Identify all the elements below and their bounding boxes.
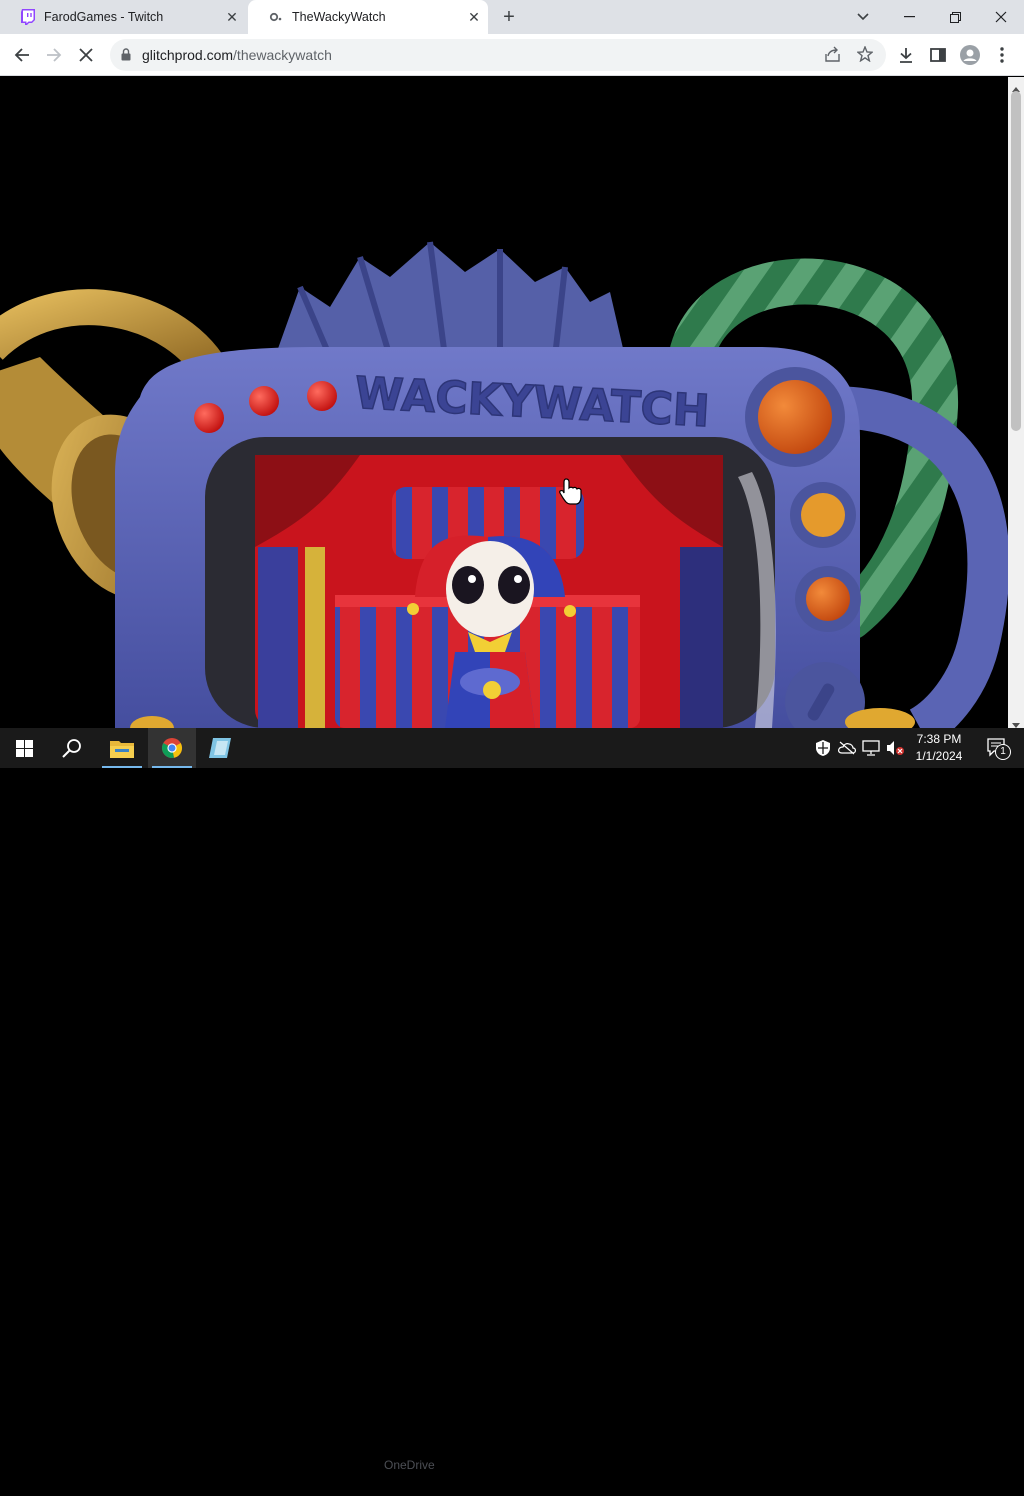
tab-twitch[interactable]: FarodGames - Twitch ✕: [0, 0, 246, 34]
download-icon[interactable]: [892, 41, 920, 69]
loading-favicon-icon: [268, 9, 284, 25]
volume-muted-icon[interactable]: [886, 739, 904, 757]
chrome-icon: [161, 738, 183, 759]
scroll-thumb[interactable]: [1011, 91, 1021, 431]
page-scrollbar[interactable]: [1008, 77, 1024, 728]
menu-kebab-icon[interactable]: [988, 41, 1016, 69]
network-icon[interactable]: [862, 739, 880, 757]
new-tab-button[interactable]: +: [497, 5, 521, 29]
url-path: /thewackywatch: [233, 47, 332, 63]
side-panel-icon[interactable]: [924, 41, 952, 69]
stop-loading-button[interactable]: [72, 41, 100, 69]
tab-strip: FarodGames - Twitch ✕ TheWackyWatch ✕ +: [0, 0, 1024, 34]
close-tab-icon[interactable]: ✕: [222, 7, 242, 27]
taskbar-clock[interactable]: 7:38 PM 1/1/2024: [910, 731, 968, 765]
lock-icon[interactable]: [121, 48, 131, 66]
big-orange-button[interactable]: [758, 380, 832, 454]
red-light-1[interactable]: [194, 403, 224, 433]
onedrive-offline-icon[interactable]: [838, 739, 856, 757]
start-button[interactable]: [0, 728, 48, 768]
app-button[interactable]: [196, 728, 244, 768]
browser-toolbar: glitchprod.com/thewackywatch: [0, 34, 1024, 76]
url-text[interactable]: glitchprod.com/thewackywatch: [142, 47, 332, 63]
ghost-onedrive-label: OneDrive: [384, 1458, 435, 1472]
share-icon[interactable]: [824, 46, 841, 68]
clock-date: 1/1/2024: [915, 749, 963, 763]
clock-time: 7:38 PM: [916, 732, 962, 746]
tab-title: TheWackyWatch: [292, 10, 386, 24]
forward-button[interactable]: [40, 41, 68, 69]
twitch-icon: [20, 9, 36, 25]
search-icon: [62, 739, 81, 758]
orange-knob-2[interactable]: [801, 493, 845, 537]
address-bar[interactable]: glitchprod.com/thewackywatch: [110, 39, 886, 71]
tab-search-chevron-icon[interactable]: [840, 0, 886, 34]
folder-icon: [110, 740, 134, 758]
restore-button[interactable]: [932, 0, 978, 34]
page-viewport: WACKYWATCH: [0, 77, 1008, 728]
close-window-button[interactable]: [978, 0, 1024, 34]
windows-logo-icon: [15, 739, 33, 757]
action-center-button[interactable]: 1: [978, 728, 1018, 768]
minimize-button[interactable]: [886, 0, 932, 34]
tab-title: FarodGames - Twitch: [44, 10, 164, 24]
security-shield-icon[interactable]: [814, 739, 832, 757]
wackywatch-scene: WACKYWATCH: [0, 241, 1008, 728]
bookmark-star-icon[interactable]: [856, 45, 874, 67]
file-explorer-button[interactable]: [98, 728, 146, 768]
red-light-2[interactable]: [249, 386, 279, 416]
back-button[interactable]: [8, 41, 36, 69]
tab-wackywatch[interactable]: TheWackyWatch ✕: [248, 0, 488, 34]
red-light-3[interactable]: [307, 381, 337, 411]
windows-taskbar: OneDrive 7:38 PM 1/1/2024 1: [0, 728, 1024, 1472]
chrome-button[interactable]: [148, 728, 196, 768]
close-tab-icon[interactable]: ✕: [464, 7, 484, 27]
search-button[interactable]: [48, 728, 96, 768]
accordion-crown: [275, 241, 625, 359]
notification-count-badge: 1: [995, 744, 1011, 760]
url-host: glitchprod.com: [142, 47, 234, 63]
profile-avatar-icon[interactable]: [956, 41, 984, 69]
app-icon: [209, 738, 231, 758]
orange-knob-3[interactable]: [806, 577, 850, 621]
